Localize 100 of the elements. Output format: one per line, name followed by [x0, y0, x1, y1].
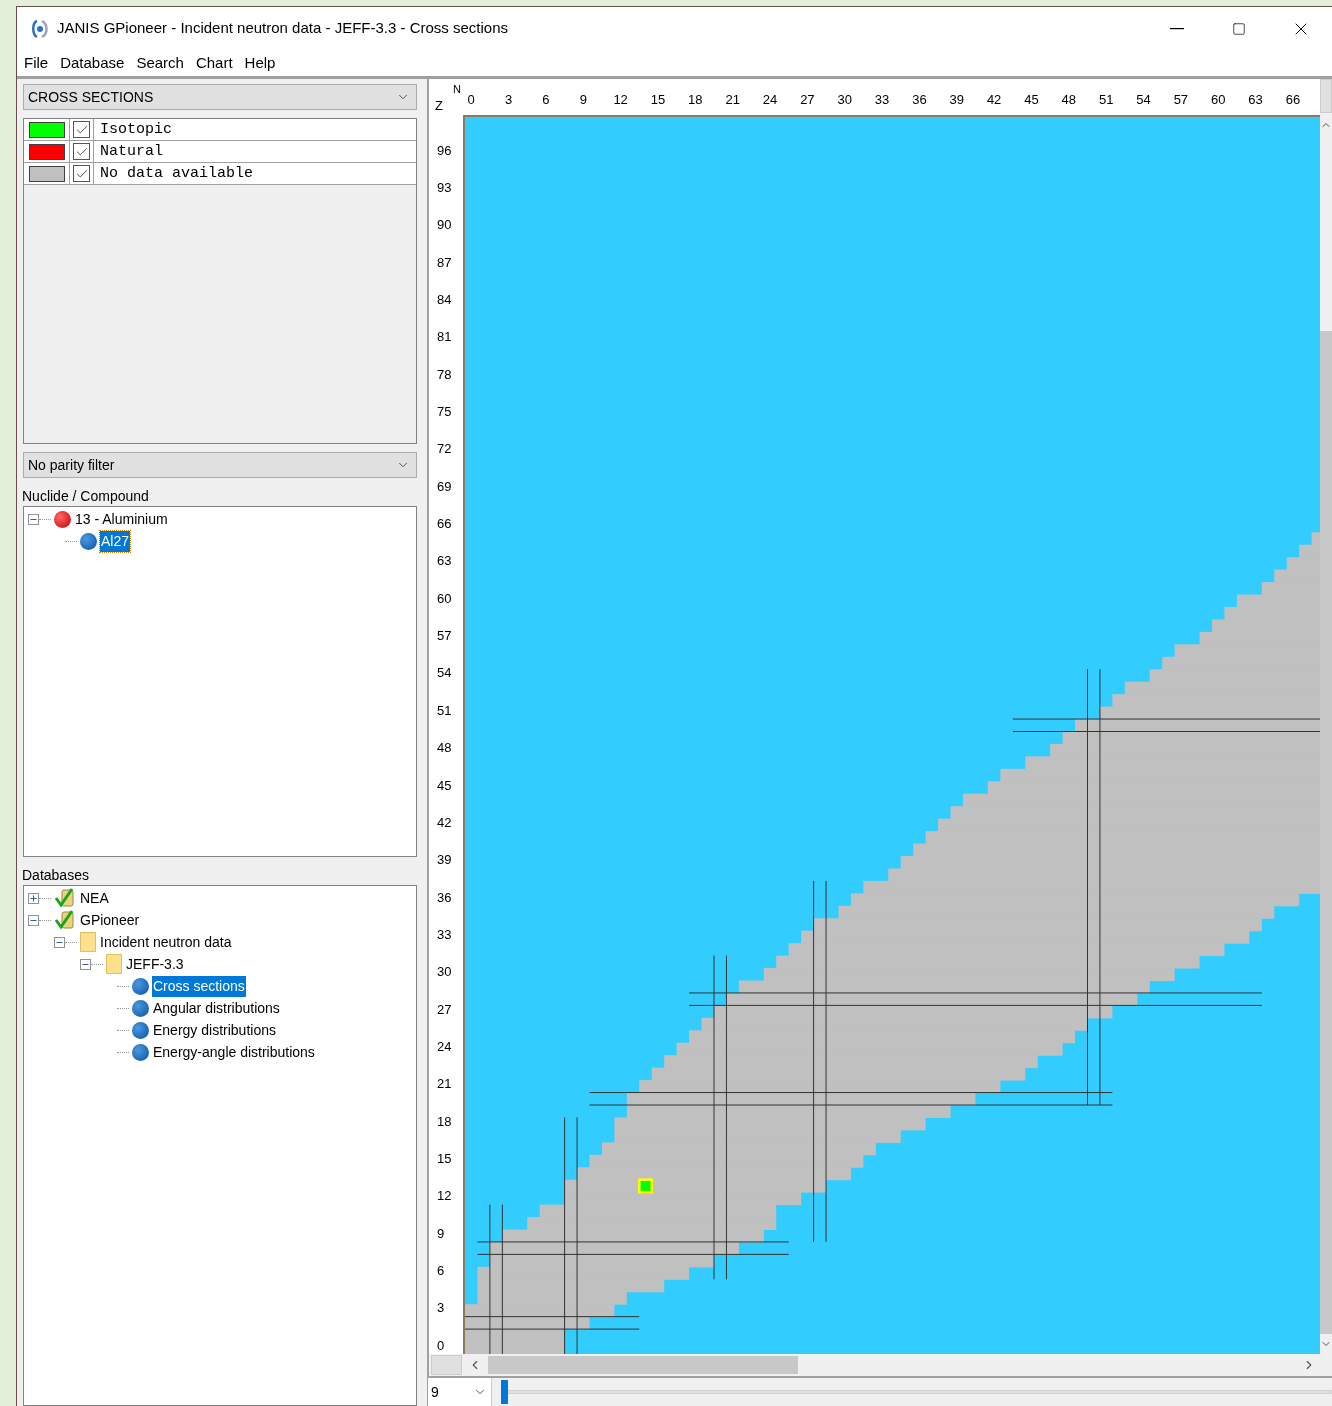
legend-checkbox[interactable] — [73, 121, 90, 138]
axis-tick-label: 63 — [1248, 93, 1263, 107]
tree-item[interactable]: NEA — [79, 887, 110, 909]
axis-tick-label: 18 — [437, 1114, 452, 1129]
axis-tick-label: 63 — [437, 554, 452, 569]
legend-label: Isotopic — [99, 120, 172, 140]
axis-tick-label: 90 — [437, 218, 452, 233]
minimize-icon — [1170, 27, 1184, 30]
axis-tick-label: 12 — [613, 93, 628, 107]
axis-tick-label: 51 — [437, 703, 452, 718]
axis-tick-label: 45 — [1024, 93, 1039, 107]
collapse-icon[interactable] — [54, 936, 65, 948]
window-title: JANIS GPioneer - Incident neutron data - JEFF-3.3 - Cross sections — [57, 18, 509, 39]
axis-tick-label: 18 — [688, 93, 703, 107]
axis-tick-label: 75 — [437, 405, 452, 420]
axis-tick-label: 51 — [1098, 93, 1114, 107]
axis-tick-label: 87 — [437, 255, 452, 270]
axis-tick-label: 27 — [437, 1002, 452, 1017]
axis-tick-label: 30 — [437, 965, 452, 980]
collapse-icon[interactable] — [80, 958, 91, 970]
axis-tick-label: 54 — [1136, 93, 1151, 107]
scrollbar-corner — [1320, 79, 1332, 113]
menu-item[interactable]: File — [24, 51, 49, 75]
axis-tick-label: 45 — [437, 778, 452, 793]
legend-label: No data available — [99, 164, 254, 184]
axis-tick-label: 3 — [504, 93, 513, 107]
axis-tick-label: 12 — [437, 1189, 452, 1204]
axis-tick-label: 36 — [912, 93, 927, 107]
axis-tick-label: 33 — [874, 93, 890, 107]
axis-tick-label: 27 — [800, 93, 815, 107]
axis-tick-label: 6 — [437, 1264, 445, 1279]
scrollbar-corner — [431, 1355, 462, 1375]
axis-tick-label: 84 — [437, 293, 452, 307]
axis-tick-label: 21 — [725, 93, 740, 107]
axis-tick-label: 48 — [1061, 93, 1077, 107]
axis-tick-label: 78 — [437, 367, 452, 382]
tree-item[interactable]: Energy distributions — [152, 1019, 277, 1041]
axis-tick-label: 9 — [579, 93, 587, 107]
expand-icon[interactable] — [28, 892, 39, 904]
legend-checkbox[interactable] — [73, 143, 90, 160]
axis-tick-label: 66 — [1285, 93, 1301, 107]
maximize-icon — [1232, 21, 1246, 36]
axis-tick-label: 57 — [437, 629, 452, 644]
parity-filter-dropdown[interactable]: No parity filter — [23, 452, 417, 478]
axis-tick-label: 60 — [437, 591, 452, 606]
zoom-dropdown[interactable]: 9 — [428, 1378, 492, 1406]
axis-tick-label: 0 — [437, 1338, 445, 1353]
folder-icon — [80, 932, 96, 952]
axis-tick-label: 6 — [542, 93, 550, 107]
tree-item[interactable]: Al27 — [100, 530, 131, 552]
axis-tick-label: 39 — [437, 853, 452, 868]
tree-item[interactable]: Incident neutron data — [99, 931, 233, 953]
axis-tick-label: 93 — [437, 180, 452, 195]
menu-item[interactable]: Chart — [195, 51, 233, 75]
axis-tick-label: 66 — [437, 517, 452, 532]
section-label: Databases — [22, 866, 90, 884]
axis-tick-label: 3 — [437, 1301, 445, 1316]
axis-tick-label: 69 — [437, 479, 452, 494]
collapse-icon[interactable] — [28, 513, 39, 525]
axis-tick-label: 21 — [437, 1077, 452, 1092]
menu-item[interactable]: Help — [244, 51, 276, 75]
axis-tick-label: 42 — [986, 93, 1002, 107]
tree-item[interactable]: Angular distributions — [152, 997, 281, 1019]
tree-item[interactable]: JEFF-3.3 — [125, 953, 185, 975]
axis-tick-label: 72 — [437, 442, 452, 457]
axis-tick-label: 54 — [437, 666, 452, 681]
slider-track[interactable] — [501, 1379, 1332, 1405]
menu-item[interactable]: Database — [60, 51, 125, 75]
database-check-icon — [54, 910, 76, 930]
tree-item[interactable]: GPioneer — [79, 909, 141, 931]
collapse-icon[interactable] — [28, 914, 39, 926]
folder-icon — [106, 954, 122, 974]
data-type-dropdown[interactable]: CROSS SECTIONS — [23, 84, 417, 110]
axis-label: Z — [435, 99, 443, 113]
section-label: Nuclide / Compound — [22, 487, 150, 505]
axis-tick-label: 15 — [650, 93, 666, 107]
axis-tick-label: 57 — [1173, 93, 1189, 107]
axis-tick-label: 9 — [437, 1226, 445, 1241]
axis-tick-label: 42 — [437, 815, 452, 830]
slider-thumb[interactable] — [501, 1380, 508, 1404]
legend-checkbox[interactable] — [73, 165, 90, 182]
axis-label: N — [453, 83, 461, 95]
axis-tick-label: 39 — [949, 93, 964, 107]
axis-tick-label: 36 — [437, 890, 452, 905]
axis-tick-label: 15 — [437, 1152, 452, 1167]
axis-tick-label: 48 — [437, 741, 452, 756]
axis-tick-label: 33 — [437, 927, 452, 942]
tree-item[interactable]: 13 - Aluminium — [74, 508, 169, 530]
legend-label: Natural — [99, 142, 163, 162]
axis-tick-label: 30 — [837, 93, 852, 107]
database-check-icon — [54, 888, 76, 908]
menu-item[interactable]: Search — [136, 51, 184, 75]
app-logo-icon — [29, 17, 51, 40]
tree-item[interactable]: Cross sections — [152, 975, 246, 997]
axis-tick-label: 96 — [437, 143, 452, 158]
axis-tick-label: 0 — [467, 93, 475, 107]
axis-tick-label: 24 — [437, 1040, 452, 1054]
axis-tick-label: 24 — [762, 93, 778, 107]
axis-tick-label: 60 — [1211, 93, 1226, 107]
tree-item[interactable]: Energy-angle distributions — [152, 1041, 316, 1063]
